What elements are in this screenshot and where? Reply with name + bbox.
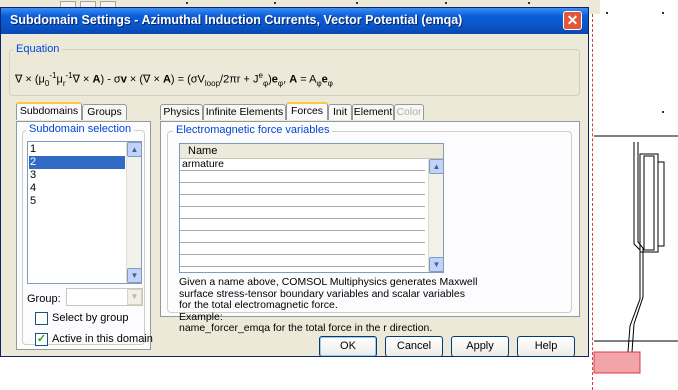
window-title: Subdomain Settings - Azimuthal Induction… [10,13,463,27]
grid-point [274,2,276,4]
list-scrollbar[interactable]: ▲ ▼ [126,142,142,283]
subdomain-list[interactable]: 1 2 3 4 5 ▲ ▼ [27,141,142,284]
subdomain-settings-dialog: Subdomain Settings - Azimuthal Induction… [0,7,589,357]
tab-groups[interactable]: Groups [82,104,127,120]
close-icon[interactable]: ✕ [563,11,582,30]
tab-element[interactable]: Element [352,104,394,120]
grid-point [445,2,447,4]
tab-infinite-elements[interactable]: Infinite Elements [203,104,286,120]
description-line: Given a name above, COMSOL Multiphysics … [179,276,478,288]
table-row[interactable] [180,255,425,267]
grid-point [528,2,530,4]
description-line: for the total electromagnetic force. [179,299,338,311]
equation-text: ∇ × (μ0-1μr-1∇ × A) - σv × (∇ × A) = (σV… [15,71,333,88]
table-row[interactable] [180,231,425,243]
group-select[interactable]: ▼ [66,288,143,306]
list-item[interactable]: 2 [29,156,125,169]
cancel-button[interactable]: Cancel [385,336,443,357]
selected-boundary-region [593,351,641,374]
forces-panel: Electromagnetic force variables Name arm… [160,121,580,334]
apply-button[interactable]: Apply [451,336,509,357]
tab-forces[interactable]: Forces [286,102,328,120]
table-row[interactable]: armature [180,159,425,171]
table-row[interactable] [180,195,425,207]
list-item[interactable]: 5 [29,195,125,208]
ok-button[interactable]: OK [319,336,377,357]
list-item[interactable]: 4 [29,182,125,195]
select-by-group-label: Select by group [52,312,129,324]
scroll-down-icon[interactable]: ▼ [127,268,142,283]
select-by-group-checkbox[interactable] [35,312,48,325]
tab-color: Color [394,104,424,120]
tab-subdomains[interactable]: Subdomains [16,102,82,120]
grid-point [356,2,358,4]
list-item[interactable]: 3 [29,169,125,182]
subdomain-selection-legend: Subdomain selection [26,123,135,135]
force-name-table[interactable]: Name armature ▲ ▼ [179,143,444,273]
chevron-down-icon[interactable]: ▼ [127,289,142,305]
force-description: Given a name above, COMSOL Multiphysics … [179,276,478,335]
grid-point [186,2,188,4]
scroll-up-icon[interactable]: ▲ [429,159,444,174]
name-column-header: Name [188,145,218,157]
table-row[interactable] [180,183,425,195]
help-button[interactable]: Help [517,336,575,357]
active-in-domain-checkbox[interactable]: ✓ [35,333,48,346]
tab-init[interactable]: Init [328,104,352,120]
em-force-variables-legend: Electromagnetic force variables [173,124,333,136]
table-row[interactable] [180,243,425,255]
table-row[interactable] [180,207,425,219]
table-header: Name [180,144,443,159]
subdomains-panel: Subdomain selection 1 2 3 4 5 ▲ ▼ Group:… [16,121,153,350]
table-scrollbar[interactable]: ▲ ▼ [428,159,444,272]
table-row[interactable] [180,171,425,183]
equation-legend: Equation [13,43,63,55]
scroll-down-icon[interactable]: ▼ [429,257,444,272]
active-in-domain-label: Active in this domain [52,333,153,345]
list-item[interactable]: 1 [29,143,125,156]
description-line: name_forcer_emqa for the total force in … [179,322,433,334]
scroll-up-icon[interactable]: ▲ [127,142,142,157]
geometry-drawing [593,135,678,374]
table-row[interactable] [180,219,425,231]
tab-physics[interactable]: Physics [160,104,203,120]
titlebar: Subdomain Settings - Azimuthal Induction… [1,8,588,34]
group-label: Group: [27,293,61,305]
